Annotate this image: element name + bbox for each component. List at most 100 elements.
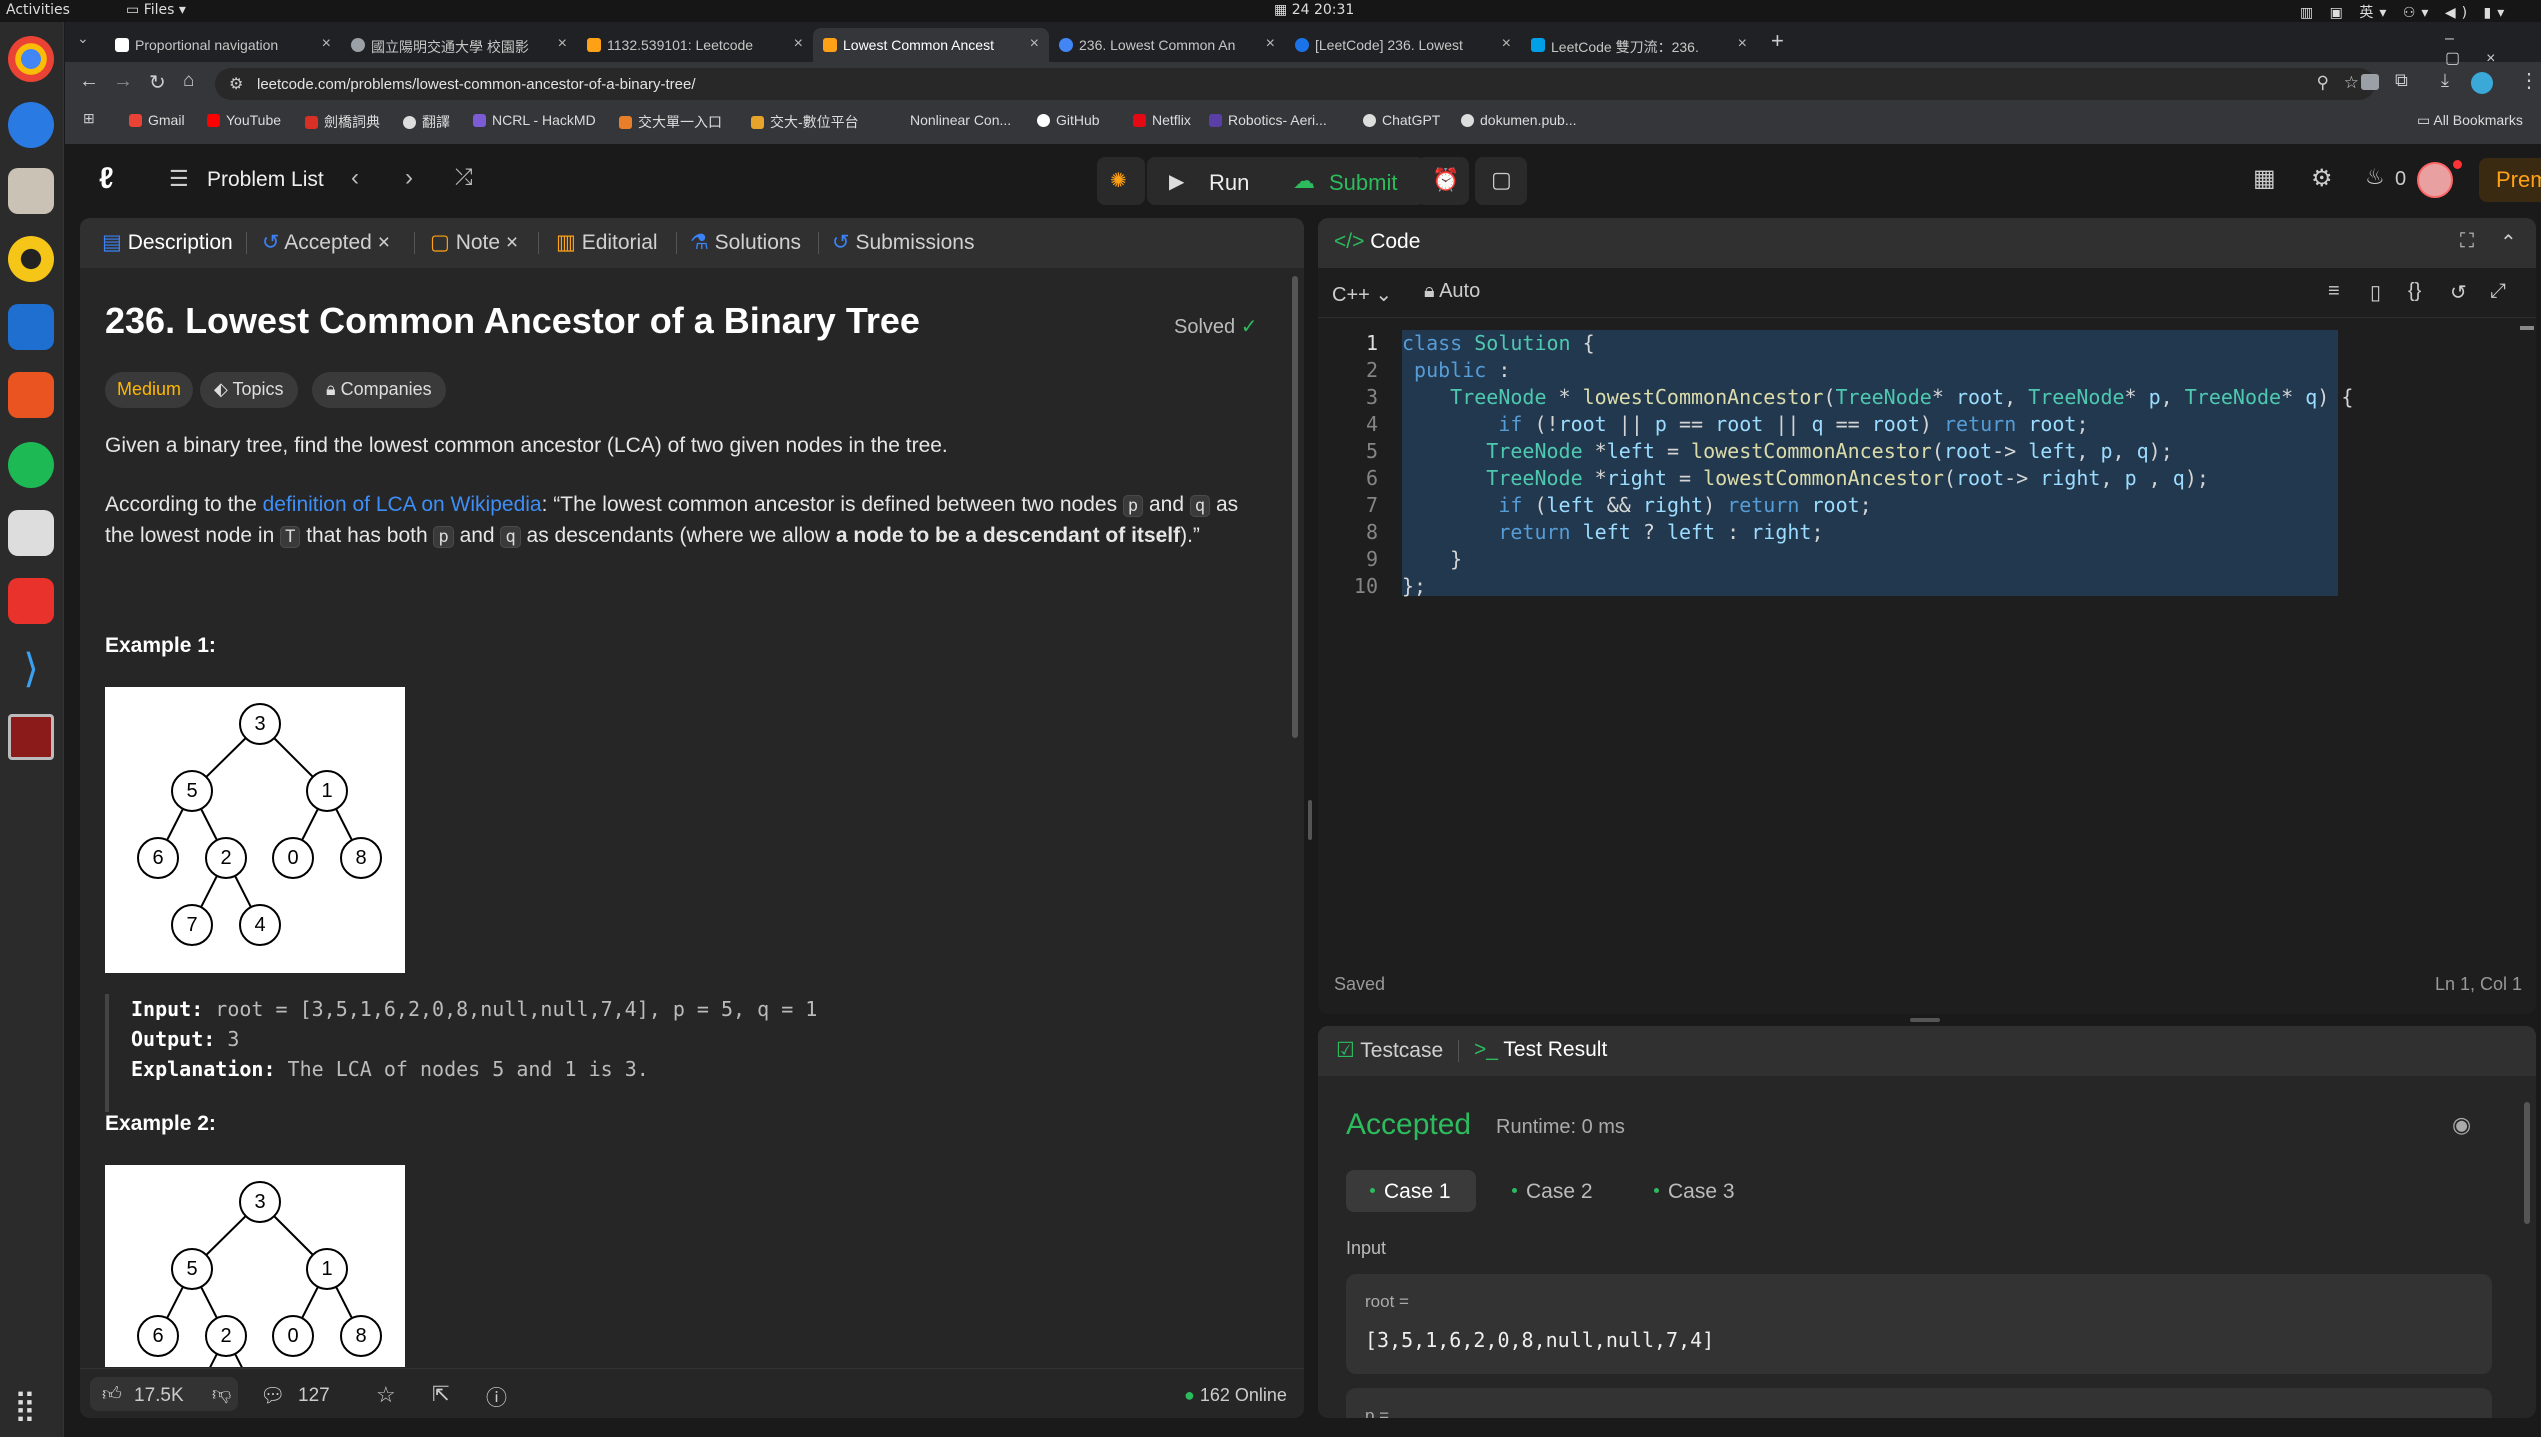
tab-editorial[interactable]: ▥ Editorial: [556, 230, 658, 255]
spotify-icon[interactable]: [8, 442, 54, 488]
timer-button[interactable]: ⏰: [1417, 157, 1469, 205]
description-scrollbar[interactable]: [1292, 276, 1298, 738]
bookmark-icon[interactable]: ▯: [2370, 280, 2381, 305]
expand-icon[interactable]: ⤢: [2490, 280, 2506, 303]
all-bookmarks[interactable]: ▭ All Bookmarks: [2417, 112, 2523, 129]
vertical-resize-handle[interactable]: [1910, 1018, 1940, 1022]
thunderbird-icon[interactable]: [8, 102, 54, 148]
settings-gear-icon[interactable]: ⚙: [2311, 164, 2333, 193]
close-tab-icon[interactable]: ×: [794, 35, 803, 53]
files-icon[interactable]: [8, 168, 54, 214]
bookmark-hackmd[interactable]: NCRL - HackMD: [473, 112, 596, 128]
close-tab-icon[interactable]: ×: [1738, 35, 1747, 53]
bookmark-chatgpt[interactable]: ChatGPT: [1363, 112, 1440, 128]
apps-grid-icon[interactable]: ⊞: [83, 110, 95, 127]
bookmark-nonlinear[interactable]: Nonlinear Con...: [891, 112, 1011, 128]
bookmark-gmail[interactable]: Gmail: [129, 112, 185, 128]
notes-button[interactable]: ▢: [1475, 157, 1527, 205]
clock[interactable]: ▦ 24 20:31: [1274, 2, 1354, 18]
window-controls[interactable]: –▢×: [2445, 30, 2541, 68]
tab-submissions[interactable]: ↺ Submissions: [832, 230, 975, 255]
bookmark-translate[interactable]: 翻譯: [403, 112, 450, 132]
downloads-icon[interactable]: ⤓: [2441, 70, 2449, 91]
wikipedia-link[interactable]: definition of LCA on Wikipedia: [263, 493, 542, 516]
bookmark-robotics[interactable]: Robotics- Aeri...: [1209, 112, 1327, 128]
address-bar[interactable]: ⚙ leetcode.com/problems/lowest-common-an…: [215, 68, 2375, 100]
result-scrollbar[interactable]: [2524, 1102, 2530, 1224]
close-tab-icon[interactable]: ×: [558, 35, 567, 53]
tab-leetcode-dual-blade[interactable]: LeetCode 雙刀流：236. ×: [1521, 28, 1757, 62]
companies-button[interactable]: 🔒︎ Companies: [312, 372, 446, 408]
fullscreen-icon[interactable]: ⛶: [2460, 230, 2474, 253]
close-tab-icon[interactable]: ×: [322, 35, 331, 53]
bookmark-youtube[interactable]: YouTube: [207, 112, 281, 128]
writer-icon[interactable]: [8, 304, 54, 350]
tab-leetcode-236-blog[interactable]: [LeetCode] 236. Lowest ×: [1285, 28, 1521, 62]
anydesk-icon[interactable]: [8, 578, 54, 624]
leetcode-logo-icon[interactable]: ℓ: [99, 162, 114, 196]
reload-button[interactable]: ↻: [149, 70, 166, 95]
tab-test-result[interactable]: >_ Test Result: [1474, 1038, 1607, 1062]
problem-list-link[interactable]: Problem List: [207, 168, 324, 192]
more-menu-icon[interactable]: ⋮: [2519, 68, 2539, 93]
shuffle-icon[interactable]: ⤮: [455, 164, 473, 190]
forward-button[interactable]: →: [113, 70, 133, 93]
home-button[interactable]: ⌂: [183, 70, 194, 92]
bookmark-dokumen[interactable]: dokumen.pub...: [1461, 112, 1577, 128]
debug-button[interactable]: ✺: [1097, 157, 1145, 205]
user-avatar[interactable]: [2417, 162, 2453, 198]
software-center-icon[interactable]: [8, 372, 54, 418]
rhythmbox-icon[interactable]: [8, 236, 54, 282]
close-icon[interactable]: ×: [506, 231, 518, 254]
tab-nycu[interactable]: 國立陽明交通大學 校園影 ×: [341, 28, 577, 62]
bookmark-star-icon[interactable]: ☆: [2344, 73, 2359, 93]
tab-description[interactable]: ▤ Description: [102, 230, 233, 255]
tab-accepted[interactable]: ↺ Accepted ×: [262, 230, 390, 255]
case-2-tab[interactable]: Case 2: [1488, 1170, 1618, 1212]
tab-testcase[interactable]: ☑ Testcase: [1336, 1038, 1443, 1063]
prev-problem-icon[interactable]: ‹: [351, 164, 359, 192]
close-tab-icon[interactable]: ×: [1030, 35, 1039, 53]
close-icon[interactable]: ×: [378, 231, 390, 254]
auto-mode-toggle[interactable]: 🔒︎ Auto: [1424, 280, 1480, 303]
tray-icons[interactable]: ▥ ▣ 英▾ ⚇▾ ◀) ▮▾: [2300, 2, 2510, 22]
tab-lowest-common-ancestor[interactable]: Lowest Common Ancest ×: [813, 28, 1049, 62]
layout-icon[interactable]: ▦: [2253, 164, 2276, 193]
bookmark-cambridge[interactable]: 劍橋詞典: [305, 112, 380, 132]
favorite-star-icon[interactable]: ☆: [376, 1382, 396, 1408]
next-problem-icon[interactable]: ›: [405, 164, 413, 192]
terminal-icon[interactable]: [8, 714, 54, 760]
chrome-icon[interactable]: [8, 36, 54, 82]
zoom-icon[interactable]: ⚲: [2317, 73, 2329, 93]
bookmark-nycu-elearn[interactable]: 交大-數位平台: [751, 112, 859, 132]
bookmark-netflix[interactable]: Netflix: [1133, 112, 1191, 128]
comment-icon[interactable]: 💬︎: [260, 1383, 285, 1408]
extension-icon[interactable]: [2361, 74, 2379, 90]
collapse-icon[interactable]: ⌃: [2500, 230, 2517, 255]
files-menu[interactable]: ▭ Files ▾: [126, 2, 186, 18]
streak-fire-icon[interactable]: ♨: [2365, 164, 2385, 190]
help-icon[interactable]: ⓘ: [486, 1382, 507, 1412]
format-icon[interactable]: ≡: [2328, 280, 2340, 303]
bookmark-nycu-portal[interactable]: 交大單一入口: [619, 112, 722, 132]
new-tab-button[interactable]: +: [1771, 28, 1784, 54]
document-viewer-icon[interactable]: [8, 510, 54, 556]
close-tab-icon[interactable]: ×: [1266, 35, 1275, 53]
tab-leetcode-course[interactable]: 1132.539101: Leetcode ×: [577, 28, 813, 62]
vscode-icon[interactable]: ⟩: [8, 646, 54, 692]
eye-icon[interactable]: ◉: [2452, 1112, 2471, 1138]
code-scrollbar[interactable]: [2520, 326, 2534, 330]
braces-icon[interactable]: {}: [2408, 280, 2421, 303]
code-tab[interactable]: </> Code: [1334, 230, 1420, 254]
tab-search-icon[interactable]: ⌄: [77, 30, 89, 47]
problem-title[interactable]: 236. Lowest Common Ancestor of a Binary …: [105, 300, 920, 342]
show-apps-icon[interactable]: ⣿: [14, 1388, 36, 1423]
like-button[interactable]: 👍︎ 17.5K 👎︎: [90, 1377, 238, 1411]
share-icon[interactable]: ⇱: [432, 1382, 450, 1407]
back-button[interactable]: ←: [79, 70, 99, 93]
pane-resize-handle[interactable]: [1308, 800, 1312, 840]
case-1-tab[interactable]: Case 1: [1346, 1170, 1476, 1212]
tab-proportional-navigation[interactable]: Proportional navigation ×: [105, 28, 341, 62]
language-select[interactable]: C++ ⌄: [1332, 282, 1392, 307]
premium-button[interactable]: Premium: [2479, 158, 2541, 202]
